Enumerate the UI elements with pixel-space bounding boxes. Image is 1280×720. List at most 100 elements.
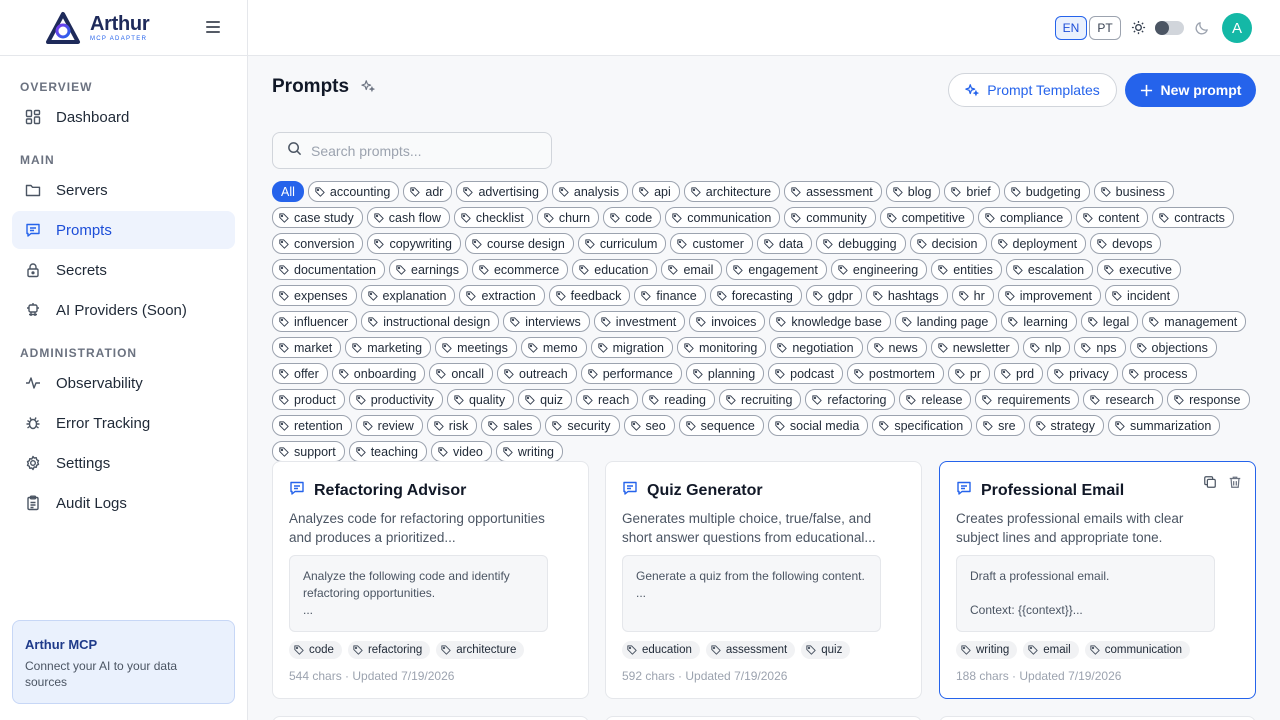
tag-filter-chip[interactable]: management	[1142, 311, 1247, 332]
tag-filter-chip[interactable]: review	[355, 415, 423, 436]
tag-filter-chip[interactable]: teaching	[348, 441, 427, 462]
tag-filter-chip[interactable]: risk	[426, 415, 478, 436]
tag-filter-chip[interactable]: executive	[1097, 259, 1181, 280]
tag-filter-chip[interactable]: ecommerce	[471, 259, 569, 280]
tag-filter-chip[interactable]: specification	[872, 415, 973, 436]
sidebar-item-ai-providers[interactable]: AI Providers (Soon)	[12, 291, 235, 329]
sparkle-icon[interactable]	[361, 79, 376, 98]
tag-filter-chip[interactable]: social media	[767, 415, 869, 436]
tag-filter-chip[interactable]: postmortem	[846, 363, 944, 384]
tag-filter-chip[interactable]: decision	[909, 233, 987, 254]
tag-filter-chip[interactable]: hashtags	[865, 285, 948, 306]
card-tag[interactable]: quiz	[801, 641, 851, 659]
tag-filter-chip[interactable]: video	[430, 441, 492, 462]
card-tag[interactable]: communication	[1084, 641, 1191, 659]
tag-filter-chip[interactable]: api	[632, 181, 680, 202]
tag-filter-chip[interactable]: invoices	[689, 311, 766, 332]
tag-filter-chip[interactable]: explanation	[360, 285, 456, 306]
tag-filter-chip[interactable]: refactoring	[805, 389, 896, 410]
tag-filter-chip[interactable]: hr	[951, 285, 994, 306]
tag-filter-chip[interactable]: business	[1093, 181, 1175, 202]
tag-filter-chip[interactable]: process	[1121, 363, 1197, 384]
tag-filter-chip[interactable]: product	[272, 389, 345, 410]
card-tag[interactable]: writing	[956, 641, 1018, 659]
tag-filter-chip[interactable]: copywriting	[367, 233, 461, 254]
prompt-card-peek[interactable]	[272, 716, 589, 720]
tag-filter-chip[interactable]: data	[756, 233, 813, 254]
search-input[interactable]	[311, 142, 531, 159]
trash-icon[interactable]	[1228, 475, 1242, 489]
tag-filter-chip[interactable]: reach	[576, 389, 639, 410]
user-avatar[interactable]: A	[1222, 13, 1252, 43]
tag-filter-chip[interactable]: blog	[885, 181, 941, 202]
tag-filter-chip[interactable]: documentation	[272, 259, 386, 280]
tag-filter-all[interactable]: All	[272, 181, 304, 202]
tag-filter-chip[interactable]: monitoring	[676, 337, 767, 358]
tag-filter-chip[interactable]: cash flow	[366, 207, 450, 228]
sidebar-item-servers[interactable]: Servers	[12, 171, 235, 209]
tag-filter-chip[interactable]: security	[545, 415, 620, 436]
tag-filter-chip[interactable]: sales	[481, 415, 542, 436]
tag-filter-chip[interactable]: customer	[670, 233, 753, 254]
tag-filter-chip[interactable]: feedback	[548, 285, 631, 306]
tag-filter-chip[interactable]: deployment	[990, 233, 1087, 254]
tag-filter-chip[interactable]: retention	[272, 415, 352, 436]
tag-filter-chip[interactable]: communication	[665, 207, 781, 228]
theme-toggle[interactable]	[1155, 21, 1184, 35]
tag-filter-chip[interactable]: quality	[446, 389, 515, 410]
tag-filter-chip[interactable]: incident	[1105, 285, 1180, 306]
tag-filter-chip[interactable]: sequence	[678, 415, 764, 436]
tag-filter-chip[interactable]: entities	[931, 259, 1002, 280]
tag-filter-chip[interactable]: debugging	[816, 233, 906, 254]
tag-filter-chip[interactable]: nps	[1074, 337, 1126, 358]
tag-filter-chip[interactable]: brief	[944, 181, 1000, 202]
tag-filter-chip[interactable]: market	[272, 337, 342, 358]
new-prompt-button[interactable]: New prompt	[1125, 73, 1256, 107]
prompt-templates-button[interactable]: Prompt Templates	[948, 73, 1117, 107]
tag-filter-chip[interactable]: adr	[403, 181, 453, 202]
tag-filter-chip[interactable]: podcast	[768, 363, 843, 384]
prompt-card[interactable]: Professional Email Creates professional …	[939, 461, 1256, 699]
card-tag[interactable]: refactoring	[347, 641, 431, 659]
tag-filter-chip[interactable]: marketing	[345, 337, 432, 358]
card-tag[interactable]: email	[1023, 641, 1079, 659]
tag-filter-chip[interactable]: quiz	[518, 389, 573, 410]
tag-filter-chip[interactable]: pr	[947, 363, 991, 384]
tag-filter-chip[interactable]: summarization	[1108, 415, 1221, 436]
tag-filter-chip[interactable]: strategy	[1028, 415, 1104, 436]
tag-filter-chip[interactable]: offer	[272, 363, 328, 384]
language-pt-button[interactable]: PT	[1089, 16, 1121, 40]
tag-filter-chip[interactable]: nlp	[1022, 337, 1071, 358]
tag-filter-chip[interactable]: engineering	[830, 259, 928, 280]
tag-filter-chip[interactable]: devops	[1090, 233, 1162, 254]
tag-filter-chip[interactable]: seo	[623, 415, 675, 436]
card-tag[interactable]: education	[622, 641, 700, 659]
tag-filter-chip[interactable]: objections	[1129, 337, 1217, 358]
tag-filter-chip[interactable]: email	[661, 259, 723, 280]
tag-filter-chip[interactable]: architecture	[683, 181, 781, 202]
tag-filter-chip[interactable]: outreach	[497, 363, 577, 384]
card-tag[interactable]: code	[289, 641, 342, 659]
tag-filter-chip[interactable]: oncall	[429, 363, 494, 384]
tag-filter-chip[interactable]: legal	[1080, 311, 1139, 332]
tag-filter-chip[interactable]: privacy	[1047, 363, 1118, 384]
tag-filter-chip[interactable]: influencer	[272, 311, 358, 332]
sidebar-item-audit-logs[interactable]: Audit Logs	[12, 484, 235, 522]
sidebar-item-settings[interactable]: Settings	[12, 444, 235, 482]
tag-filter-chip[interactable]: prd	[994, 363, 1044, 384]
tag-filter-chip[interactable]: content	[1076, 207, 1149, 228]
tag-filter-chip[interactable]: learning	[1001, 311, 1077, 332]
sidebar-item-observability[interactable]: Observability	[12, 364, 235, 402]
tag-filter-chip[interactable]: migration	[590, 337, 673, 358]
prompt-card[interactable]: Quiz Generator Generates multiple choice…	[605, 461, 922, 699]
tag-filter-chip[interactable]: community	[784, 207, 876, 228]
tag-filter-chip[interactable]: recruiting	[719, 389, 802, 410]
language-en-button[interactable]: EN	[1055, 16, 1087, 40]
tag-filter-chip[interactable]: planning	[685, 363, 765, 384]
tag-filter-chip[interactable]: competitive	[879, 207, 974, 228]
tag-filter-chip[interactable]: investment	[593, 311, 686, 332]
card-tag[interactable]: assessment	[705, 641, 796, 659]
card-tag[interactable]: architecture	[436, 641, 525, 659]
tag-filter-chip[interactable]: expenses	[272, 285, 357, 306]
tag-filter-chip[interactable]: churn	[536, 207, 600, 228]
